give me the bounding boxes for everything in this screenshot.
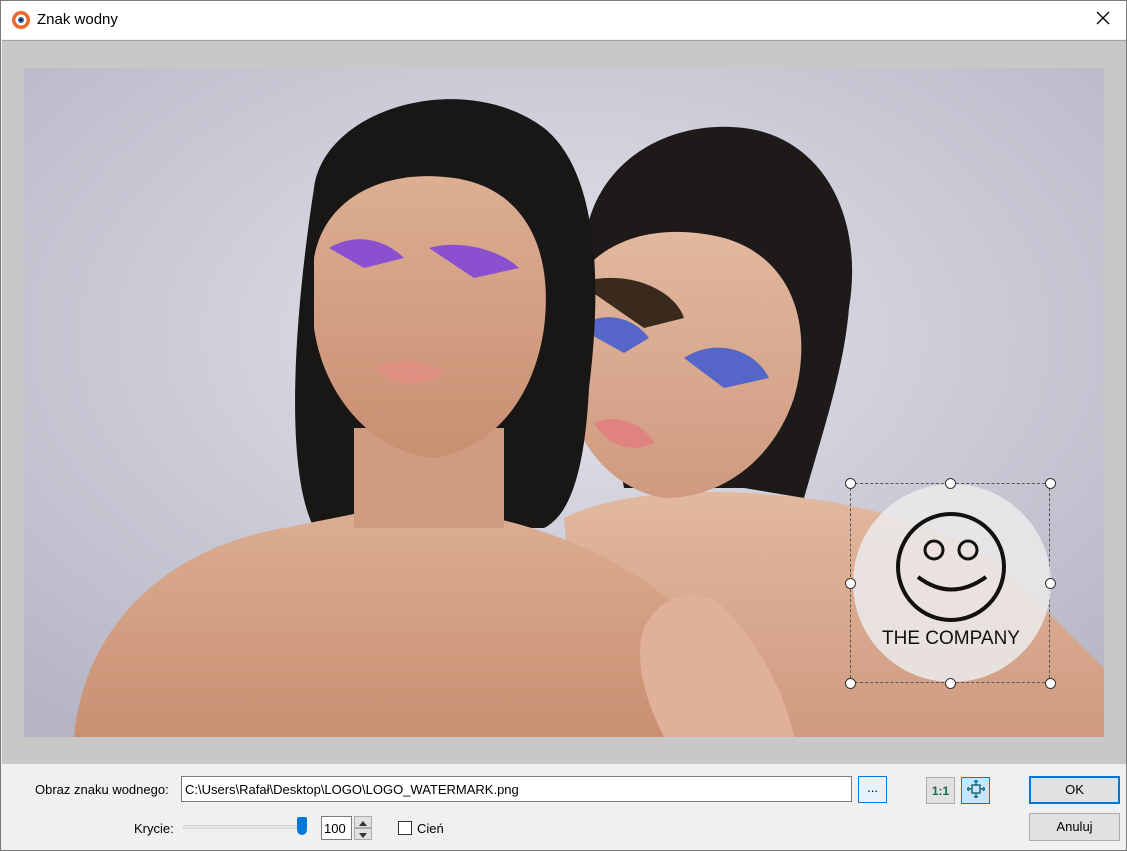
watermark-dialog: Znak wodny THE COMPANY Obraz znaku wodne… <box>0 0 1127 851</box>
resize-handle-bottom[interactable] <box>945 678 956 689</box>
resize-handle-top-left[interactable] <box>845 478 856 489</box>
resize-handle-bottom-right[interactable] <box>1045 678 1056 689</box>
app-logo-icon <box>11 10 31 30</box>
actual-size-button[interactable]: 1:1 <box>926 777 955 804</box>
close-icon <box>1096 11 1110 30</box>
opacity-value-field[interactable]: 100 <box>321 816 352 840</box>
smiley-icon <box>894 510 1008 629</box>
resize-handle-bottom-left[interactable] <box>845 678 856 689</box>
resize-handle-left[interactable] <box>845 578 856 589</box>
window-title: Znak wodny <box>37 11 118 28</box>
settings-panel: Obraz znaku wodnego: C:\Users\Rafał\Desk… <box>1 765 1126 851</box>
resize-handle-top[interactable] <box>945 478 956 489</box>
resize-handle-top-right[interactable] <box>1045 478 1056 489</box>
chevron-down-icon <box>359 825 367 843</box>
shadow-checkbox[interactable] <box>398 821 412 835</box>
preview-area: THE COMPANY <box>2 40 1126 764</box>
move-arrows-icon <box>965 779 986 801</box>
actual-size-label: 1:1 <box>931 783 950 798</box>
shadow-label: Cień <box>417 821 444 836</box>
browse-button[interactable]: ... <box>858 776 887 803</box>
watermark-text: THE COMPANY <box>882 628 1020 649</box>
watermark-path-field[interactable]: C:\Users\Rafał\Desktop\LOGO\LOGO_WATERMA… <box>181 776 852 802</box>
opacity-label: Krycie: <box>134 821 174 836</box>
opacity-decrease-button[interactable] <box>354 828 372 840</box>
watermark-overlay[interactable]: THE COMPANY <box>845 478 1056 689</box>
title-bar: Znak wodny <box>1 1 1126 39</box>
opacity-slider-thumb[interactable] <box>297 817 307 835</box>
cancel-button[interactable]: Anuluj <box>1029 813 1120 841</box>
path-label: Obraz znaku wodnego: <box>35 782 169 797</box>
fit-button[interactable] <box>961 777 990 804</box>
ok-button[interactable]: OK <box>1029 776 1120 804</box>
resize-handle-right[interactable] <box>1045 578 1056 589</box>
close-button[interactable] <box>1080 1 1126 39</box>
opacity-slider-track[interactable] <box>183 825 307 829</box>
